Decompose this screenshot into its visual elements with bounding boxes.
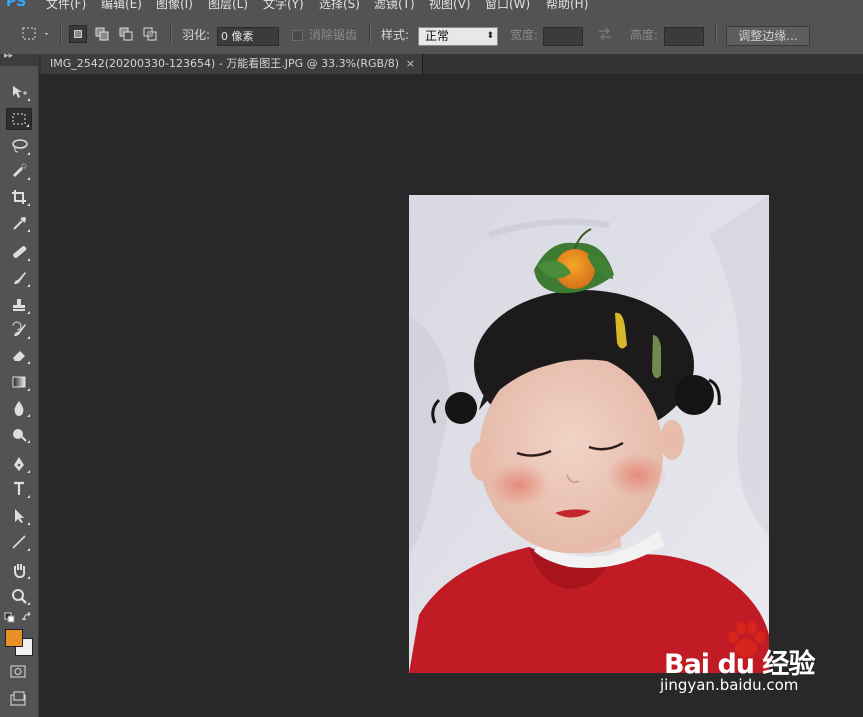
swap-colors-icon[interactable] [22,612,38,628]
hand-icon [14,564,26,579]
menu-window[interactable]: 窗口(W) [485,0,530,12]
pen-tool[interactable] [6,453,32,475]
line-tool[interactable] [6,531,32,553]
intersect-selection-icon [143,27,157,41]
quick-mask-icon[interactable] [10,664,26,680]
brush-tool[interactable] [6,267,32,289]
menu-file[interactable]: 文件(F) [46,0,86,12]
document-tab[interactable]: IMG_2542(20200330-123654) - 万能看图王.JPG @ … [41,54,423,74]
clone-stamp-icon [13,299,25,311]
marquee-tool[interactable] [6,108,32,130]
antialias-checkbox[interactable] [292,30,303,41]
swap-width-height-icon[interactable] [597,27,613,41]
new-selection-icon [74,30,82,38]
antialias-label: 消除锯齿 [309,27,358,42]
divider [60,24,62,44]
menu-help[interactable]: 帮助(H) [546,0,588,12]
baidu-watermark: Bai du 经验 jingyan.baidu.com [660,620,860,700]
refine-edge-button[interactable]: 调整边缘... [726,26,810,46]
document-title: IMG_2542(20200330-123654) - 万能看图王.JPG @ … [50,57,400,70]
move-tool[interactable] [6,81,32,103]
zoom-tool[interactable] [6,585,32,607]
eraser-tool[interactable] [6,344,32,366]
path-selection-icon [15,509,24,523]
healing-brush-icon [13,246,27,258]
type-tool[interactable] [6,478,32,500]
screen-mode-icon[interactable] [10,691,26,707]
clone-stamp-tool[interactable] [6,294,32,316]
divider [369,24,371,44]
eraser-icon [13,351,25,361]
add-selection-icon [95,27,109,41]
dodge-icon [13,429,27,442]
healing-brush-tool[interactable] [6,241,32,263]
tool-preset-picker[interactable] [20,14,50,54]
pen-icon [14,457,24,471]
photo-girl-with-orange [409,195,769,673]
line-icon [12,535,26,549]
width-input[interactable] [543,27,583,46]
menu-edit[interactable]: 编辑(E) [101,0,142,12]
divider [170,24,172,44]
quick-selection-tool[interactable] [6,160,32,182]
path-selection-tool[interactable] [6,505,32,527]
brush-icon [14,272,26,284]
foreground-color-swatch[interactable] [5,629,23,647]
intersect-selection-button[interactable] [141,25,159,43]
double-chevron-icon: ▸▸ [4,51,14,61]
eyedropper-icon [13,217,26,230]
menu-image[interactable]: 图像(I) [156,0,193,12]
width-label: 宽度: [510,27,539,42]
zoom-icon [12,589,27,604]
add-to-selection-button[interactable] [93,25,111,43]
history-brush-tool[interactable] [6,319,32,341]
blur-tool[interactable] [6,397,32,419]
marquee-preset-icon [22,27,48,40]
dodge-tool[interactable] [6,423,32,445]
updown-arrows-icon: ⬍ [486,31,494,41]
subtract-selection-icon [119,27,133,41]
toolbox-collapse-handle[interactable]: ▸▸ [0,51,38,66]
hand-tool[interactable] [6,559,32,581]
blur-icon [14,401,24,416]
menu-view[interactable]: 视图(V) [429,0,471,12]
menu-filter[interactable]: 滤镜(T) [374,0,415,12]
history-brush-icon [12,321,26,336]
menu-type[interactable]: 文字(Y) [263,0,304,12]
divider [715,24,717,44]
subtract-selection-button[interactable] [117,25,135,43]
style-select-value: 正常 [425,29,450,43]
quick-selection-icon [12,163,27,178]
lasso-icon [12,139,28,153]
menu-bar: PS 文件(F) 编辑(E) 图像(I) 图层(L) 文字(Y) 选择(S) 滤… [0,0,863,14]
new-selection-button[interactable] [69,25,87,43]
height-input[interactable] [664,27,704,46]
menu-layer[interactable]: 图层(L) [208,0,248,12]
feather-input[interactable]: 0 像素 [217,27,279,46]
height-label: 高度: [630,27,659,42]
watermark-url: jingyan.baidu.com [660,676,799,694]
menu-select[interactable]: 选择(S) [319,0,360,12]
options-bar: 羽化: 0 像素 消除锯齿 样式: 正常 ⬍ 宽度: 高度: 调整边缘... [0,14,863,55]
style-label: 样式: [381,27,410,42]
type-icon [14,481,24,495]
crop-tool[interactable] [6,186,32,208]
style-select[interactable]: 正常 ⬍ [418,27,498,46]
move-icon [13,86,27,98]
gradient-icon [12,376,26,388]
crop-icon [12,190,26,204]
eyedropper-tool[interactable] [6,212,32,234]
document-image[interactable] [409,195,769,673]
gradient-tool[interactable] [6,371,32,393]
app-logo: PS [6,0,27,10]
lasso-tool[interactable] [6,135,32,157]
feather-label: 羽化: [182,27,211,42]
default-colors-icon[interactable] [4,612,20,628]
close-tab-icon[interactable]: × [406,54,415,74]
